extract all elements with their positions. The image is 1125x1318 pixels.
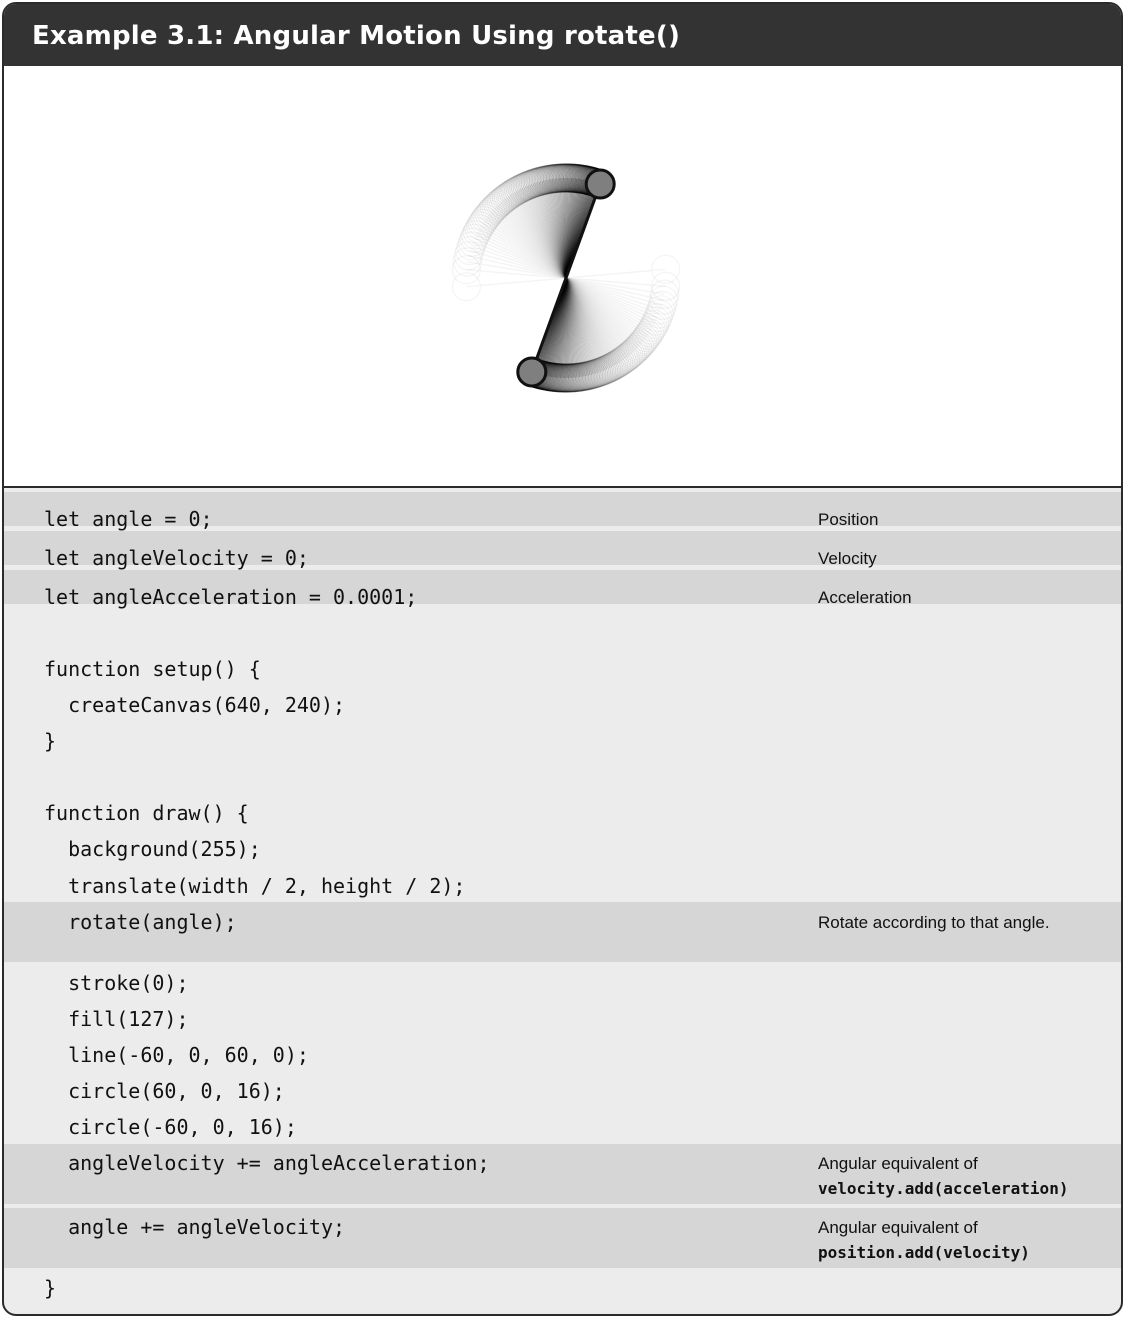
code-line: createCanvas(640, 240); — [44, 693, 346, 717]
code-line: } — [44, 1276, 57, 1300]
code-line: let angle = 0; — [44, 507, 213, 531]
baton-ball — [584, 168, 616, 200]
annotation-angle-velocity-code: velocity.add(acceleration) — [818, 1179, 1069, 1198]
annotation-rotate: Rotate according to that angle. — [818, 913, 1050, 932]
annotation-angle-velocity: Angular equivalent of velocity.add(accel… — [818, 1151, 1088, 1201]
example-figure: Example 3.1: Angular Motion Using rotate… — [2, 2, 1123, 1316]
annotation-angle-velocity-text: Angular equivalent of — [818, 1154, 978, 1173]
annotation-acceleration: Acceleration — [818, 588, 912, 607]
example-header: Example 3.1: Angular Motion Using rotate… — [4, 4, 1121, 66]
sketch-canvas — [4, 66, 1121, 488]
code-line: function draw() { — [44, 801, 249, 825]
rotating-baton-illustration — [451, 163, 681, 393]
code-line: rotate(angle); — [44, 910, 237, 934]
code-line: stroke(0); — [44, 971, 189, 995]
code-listing: let angle = 0; let angleVelocity = 0; le… — [4, 488, 1121, 1314]
code-line: background(255); — [44, 837, 261, 861]
annotation-angle-code: position.add(velocity) — [818, 1243, 1030, 1262]
annotation-angle: Angular equivalent of position.add(veloc… — [818, 1215, 1088, 1265]
code-line: let angleAcceleration = 0.0001; — [44, 585, 418, 609]
annotation-position: Position — [818, 510, 879, 529]
baton-ball — [516, 356, 548, 388]
code-line: circle(60, 0, 16); — [44, 1079, 285, 1103]
code-line: angleVelocity += angleAcceleration; — [44, 1151, 490, 1175]
code-line: function setup() { — [44, 657, 261, 681]
code-line: let angleVelocity = 0; — [44, 546, 309, 570]
code-line: angle += angleVelocity; — [44, 1215, 346, 1239]
code-line: circle(-60, 0, 16); — [44, 1115, 297, 1139]
code-line: line(-60, 0, 60, 0); — [44, 1043, 309, 1067]
annotation-velocity: Velocity — [818, 549, 877, 568]
annotation-angle-text: Angular equivalent of — [818, 1218, 978, 1237]
code-line: } — [44, 729, 57, 753]
code-line: translate(width / 2, height / 2); — [44, 874, 466, 898]
example-title: Example 3.1: Angular Motion Using rotate… — [32, 21, 681, 51]
code-line: fill(127); — [44, 1007, 189, 1031]
